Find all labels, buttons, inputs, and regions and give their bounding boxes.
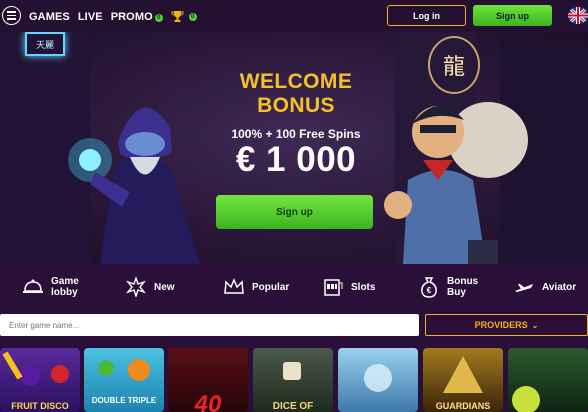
trophy-count-badge: 0 — [188, 12, 197, 21]
crown-icon — [223, 276, 245, 298]
providers-dropdown[interactable]: PROVIDERS ⌄ — [425, 314, 588, 336]
game-tile[interactable] — [508, 348, 588, 412]
bonus-title: WELCOME BONUS — [196, 70, 396, 118]
slot-machine-icon — [322, 276, 344, 298]
category-label-line2: lobby — [51, 287, 78, 298]
trophy-icon — [171, 11, 184, 22]
providers-label: PROVIDERS — [474, 320, 528, 330]
bonus-title-line2: BONUS — [257, 94, 335, 117]
category-label-line1: Game — [51, 276, 79, 287]
game-tile[interactable]: DICE OF — [253, 348, 333, 412]
bonus-amount: € 1 000 — [235, 140, 357, 179]
category-aviator[interactable]: Aviator — [513, 276, 576, 298]
game-tile[interactable]: DOUBLE TRIPLE — [84, 348, 164, 412]
category-popular[interactable]: Popular — [223, 276, 289, 298]
category-slots[interactable]: Slots — [322, 276, 375, 298]
top-header: GAMES LIVE PROMO 0 0 Log in Sign up — [0, 0, 588, 32]
game-thumbnail-art — [512, 386, 540, 412]
promo-count-badge: 0 — [154, 13, 163, 22]
language-flag-icon[interactable] — [568, 7, 588, 24]
tournaments-link[interactable]: 0 — [171, 10, 197, 23]
signup-button[interactable]: Sign up — [473, 5, 552, 26]
plane-icon — [513, 276, 535, 298]
neon-sign-left: 天麗 — [25, 32, 65, 56]
category-label: Slots — [351, 281, 376, 293]
login-button[interactable]: Log in — [387, 5, 466, 26]
game-tile[interactable]: 40 — [168, 348, 248, 412]
game-search-input[interactable] — [0, 314, 419, 336]
nav-promo-label: PROMO — [110, 10, 153, 23]
nav-live[interactable]: LIVE — [78, 11, 103, 23]
game-title: FRUIT DISCO — [11, 401, 69, 411]
category-label-line2: Buy — [447, 287, 466, 298]
game-tile[interactable]: FRUIT DISCO — [0, 348, 80, 412]
main-nav: GAMES LIVE PROMO 0 0 — [29, 10, 197, 23]
category-label: Bonus Buy — [447, 276, 478, 298]
star-burst-icon — [125, 276, 147, 298]
games-grid: FRUIT DISCO DOUBLE TRIPLE 40 DICE OF GUA… — [0, 348, 588, 412]
category-label: Popular — [252, 281, 290, 293]
category-bar: Game lobby New Popular Slots € Bonus Buy A… — [0, 264, 588, 312]
category-label: Game lobby — [51, 276, 79, 298]
category-label: Aviator — [542, 281, 577, 293]
bonus-subtitle: 100% + 100 Free Spins — [231, 127, 361, 141]
game-title: 40 — [194, 391, 222, 412]
bell-icon — [22, 276, 44, 298]
category-label: New — [154, 281, 175, 293]
nav-games[interactable]: GAMES — [29, 11, 70, 23]
game-thumbnail-art — [364, 364, 392, 392]
game-tile[interactable]: GUARDIANS — [423, 348, 503, 412]
game-tile[interactable] — [338, 348, 418, 412]
game-title: DICE OF — [272, 401, 314, 412]
category-game-lobby[interactable]: Game lobby — [22, 276, 79, 298]
svg-text:€: € — [427, 286, 432, 295]
game-title: GUARDIANS — [435, 401, 491, 411]
game-title: DOUBLE TRIPLE — [91, 396, 157, 405]
hero-signup-button[interactable]: Sign up — [216, 195, 373, 229]
category-new[interactable]: New — [125, 276, 175, 298]
welcome-bonus-banner: 天麗 龍 WELCOME BONUS 100% + 100 Free Spins… — [0, 32, 588, 264]
bonus-title-line1: WELCOME — [239, 70, 353, 93]
category-bonus-buy[interactable]: € Bonus Buy — [418, 276, 478, 298]
money-bag-icon: € — [418, 276, 440, 298]
nav-promo[interactable]: PROMO 0 — [111, 11, 163, 23]
category-label-line1: Bonus — [447, 276, 479, 287]
chevron-down-icon: ⌄ — [531, 320, 539, 330]
hamburger-menu-icon[interactable] — [2, 6, 21, 25]
